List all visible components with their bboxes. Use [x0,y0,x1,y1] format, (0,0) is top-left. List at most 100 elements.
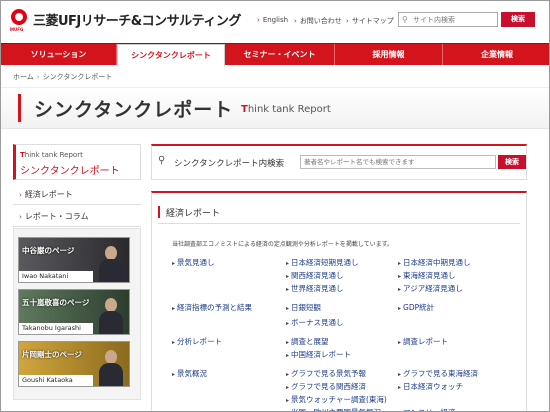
report-link[interactable]: ▸ 景気概況 [172,368,207,379]
arrow-right-icon: ▸ [172,371,176,378]
banner-nakatani[interactable]: 中谷巌のページ Iwao Nakatani [18,237,130,283]
report-link[interactable]: ▸ 経済指標の予測と結果 [172,302,252,313]
mufg-logo-icon[interactable] [11,9,27,25]
arrow-right-icon: ▸ [286,286,290,293]
arrow-right-icon: › [257,16,260,24]
section-divider [158,223,520,224]
banner-label: 五十嵐敬喜のページ [22,298,90,307]
title-accent-bar [18,94,21,122]
report-search-button[interactable]: 検索 [498,155,526,169]
arrow-right-icon: ▸ [398,371,402,378]
arrow-right-icon: ▸ [286,352,290,359]
report-link[interactable]: ▸ グラフで見る東海経済 [398,368,478,379]
section-accent-bar [158,206,160,218]
breadcrumb: ホーム › シンクタンクレポート [13,72,112,82]
report-search-panel: ⚲ シンクタンクレポート内検索 検索 [151,144,527,180]
report-link[interactable]: ▸ 調査レポート [398,336,448,347]
banner-label: 中谷巌のページ [22,246,75,255]
banner-kataoka[interactable]: 片岡剛士のページ Goushi Kataoka [18,341,130,387]
report-search-input[interactable] [300,155,496,169]
arrow-right-icon: ▸ [172,305,176,312]
report-link[interactable]: ▸ 世界経済見通し [286,283,344,294]
section-title: 経済レポート [166,209,221,219]
sidebar-item-economic-report[interactable]: › 経済レポート [13,184,141,205]
report-link[interactable]: ▸ アジア経済見通し [398,283,463,294]
nav-thinktank-report[interactable]: シンクタンクレポート [117,44,225,66]
util-link-english[interactable]: › English [257,16,288,24]
banner-label: 片岡剛士のページ [22,350,82,359]
page-frame: MUFG 三菱UFJリサーチ&コンサルティング › English › お問い合わせ… [0,0,550,412]
arrow-right-icon: ▸ [398,384,402,391]
sidebar-heading: Think tank Report シンクタンクレポート [13,144,141,180]
site-header: MUFG 三菱UFJリサーチ&コンサルティング › English › お問い合わせ… [1,1,549,43]
arrow-right-icon: ▸ [286,339,290,346]
portrait-image [99,244,123,282]
breadcrumb-home[interactable]: ホーム [13,73,34,81]
report-link[interactable]: ▸ グラフで見る景気予報 [286,368,366,379]
portrait-image [99,348,123,386]
global-nav: ソリューション シンクタンクレポート セミナー・イベント 採用情報 企業情報 [1,43,549,66]
nav-solution[interactable]: ソリューション [1,44,117,65]
arrow-right-icon: › [19,191,22,199]
page-title-en: Think tank Report [241,104,331,115]
banner-igarashi[interactable]: 五十嵐敬喜のページ Takanobu Igarashi [18,289,130,335]
report-link[interactable]: ▸米国・欧州主要国景気概況 [286,407,381,411]
report-link[interactable]: ▸ 日本経済中期見通し [398,257,471,268]
arrow-right-icon: ▸ [286,320,290,327]
arrow-right-icon: ▸ [286,273,290,280]
arrow-right-icon: ▸ [286,371,290,378]
report-link[interactable]: ▸ 調査と展望 [286,336,329,347]
breadcrumb-current: シンクタンクレポート [42,73,113,81]
report-link[interactable]: ▸ 分析レポート [172,336,222,347]
site-search-box: ⚲ [398,12,498,27]
nav-company[interactable]: 企業情報 [443,44,549,65]
logo-text[interactable]: 三菱UFJリサーチ&コンサルティング [33,10,241,29]
search-icon: ⚲ [402,15,408,24]
banner-name: Iwao Nakatani [19,271,93,282]
arrow-right-icon: ▸ [398,273,402,280]
report-link[interactable]: ▸ 日本経済短期見通し [286,257,359,268]
report-link[interactable]: ▸ 関西経済見通し [286,270,344,281]
nav-seminar[interactable]: セミナー・イベント [225,44,335,65]
nav-recruit[interactable]: 採用情報 [335,44,443,65]
report-link[interactable]: ▸ ボーナス見通し [286,317,344,328]
report-link[interactable]: ▸ GDP統計 [398,302,434,313]
arrow-right-icon: ▸ [398,339,402,346]
sidebar-item-report-column[interactable]: › レポート・コラム [13,206,141,227]
util-link-contact[interactable]: › お問い合わせ [294,16,342,26]
page-title: シンクタンクレポート [34,99,234,121]
arrow-right-icon: › [346,17,349,25]
report-link[interactable]: ▸ 景気見通し [172,257,215,268]
report-link[interactable]: ▸ グラフで見る関西経済 [286,381,366,392]
logo-sub: MUFG [10,27,24,32]
arrow-right-icon: ▸ [286,260,290,267]
sidebar-heading-en: Think tank Report [20,151,83,159]
report-link[interactable]: ▸ 中国経済レポート [286,349,351,360]
report-link[interactable]: ▸マンスリー経済 [398,407,455,411]
report-link[interactable]: ▸ 日銀短観 [286,302,321,313]
breadcrumb-separator: › [36,73,40,81]
arrow-right-icon: › [19,213,22,221]
economic-report-section: 経済レポート 当社調査部エコノミストによる経済の定点観測や分析レポートを掲載して… [151,191,527,411]
arrow-right-icon: ▸ [286,397,290,404]
arrow-right-icon: › [294,17,297,25]
report-link[interactable]: ▸ 景気ウォッチャー調査(東海) [286,394,387,405]
site-search-button[interactable]: 検索 [501,12,535,27]
banner-name: Takanobu Igarashi [19,323,93,334]
report-link[interactable]: ▸ 東海経済見通し [398,270,456,281]
search-icon: ⚲ [158,155,166,166]
arrow-right-icon: ▸ [398,305,402,312]
arrow-right-icon: ▸ [286,384,290,391]
util-link-sitemap[interactable]: › サイトマップ [346,16,394,26]
arrow-right-icon: ▸ [172,339,176,346]
site-search-input[interactable] [413,14,495,25]
arrow-right-icon: ▸ [398,286,402,293]
sidebar-heading-jp[interactable]: シンクタンクレポート [20,162,120,177]
arrow-right-icon: ▸ [286,305,290,312]
arrow-right-icon: ▸ [398,260,402,267]
section-description: 当社調査部エコノミストによる経済の定点観測や分析レポートを掲載しています。 [172,241,394,248]
banner-name: Goushi Kataoka [19,375,93,386]
report-link[interactable]: ▸ 日本経済ウォッチ [398,381,463,392]
arrow-right-icon: ▸ [172,260,176,267]
portrait-image [99,296,123,334]
